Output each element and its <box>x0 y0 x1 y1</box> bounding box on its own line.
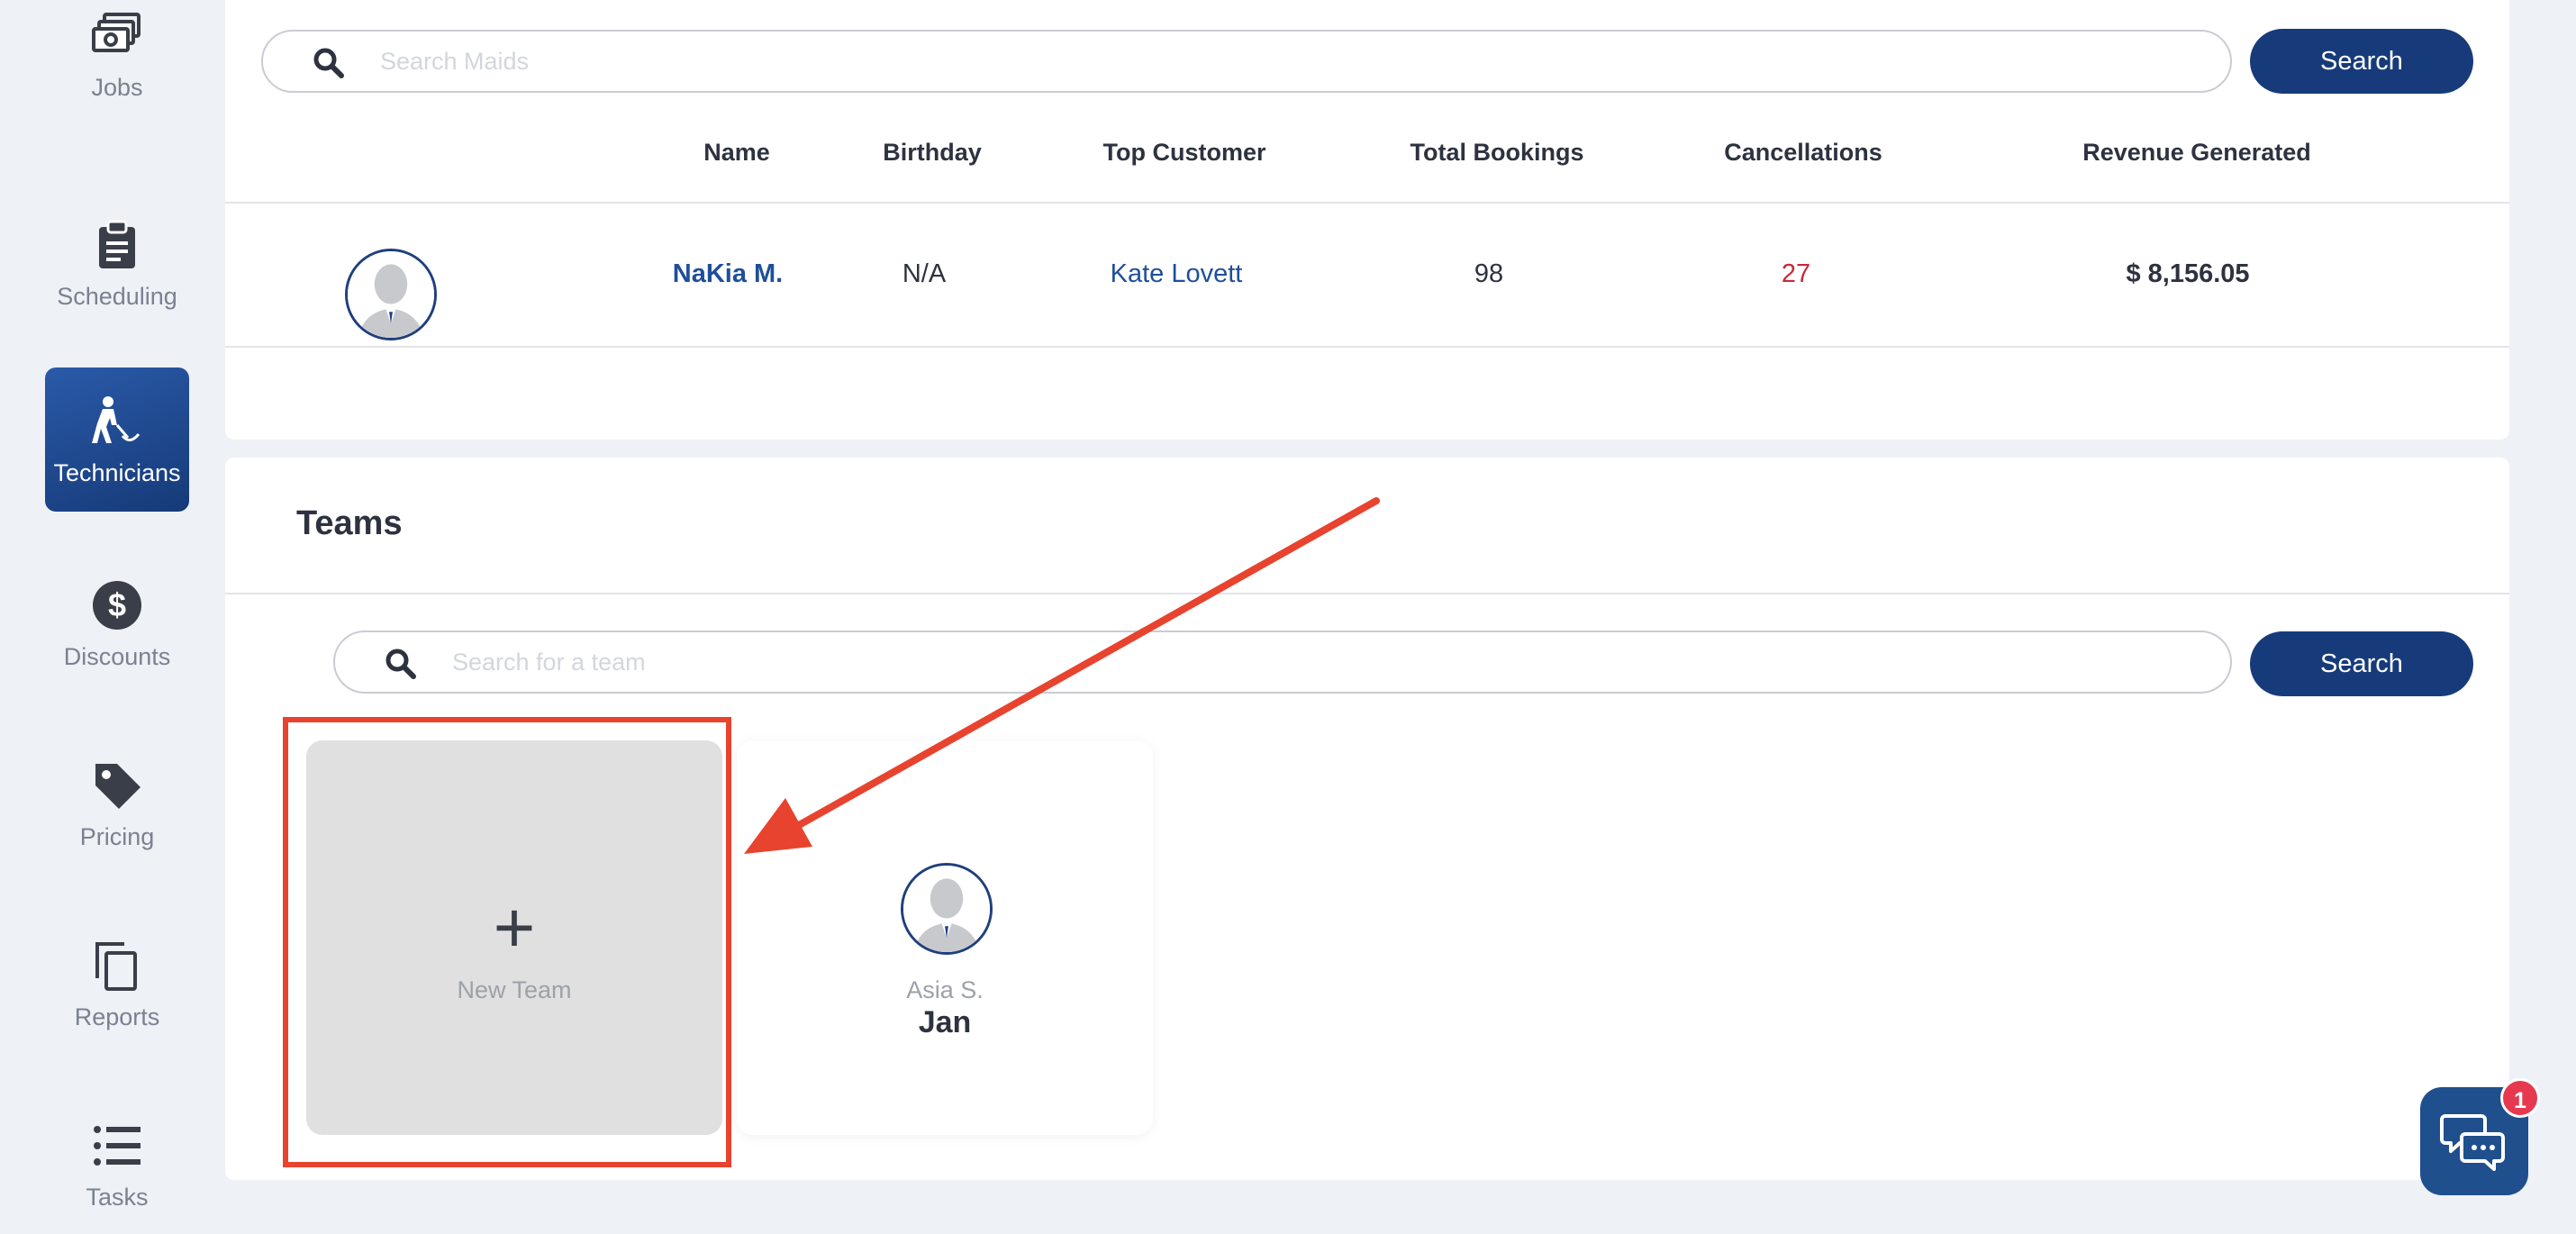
column-header-birthday[interactable]: Birthday <box>883 139 982 167</box>
clipboard-icon <box>90 218 144 272</box>
jobs-icon <box>90 9 144 63</box>
column-header-cancellations[interactable]: Cancellations <box>1724 139 1882 167</box>
dollar-icon: $ <box>90 578 144 632</box>
sidebar-item-discounts[interactable]: $ Discounts <box>45 551 189 695</box>
total-bookings-value: 98 <box>1474 259 1504 288</box>
sidebar-item-tasks[interactable]: Tasks <box>45 1092 189 1234</box>
teams-search-button[interactable]: Search <box>2250 631 2473 696</box>
table-divider <box>225 346 2509 348</box>
team-card[interactable]: Asia S. Jan <box>737 740 1153 1135</box>
avatar <box>901 863 993 955</box>
sidebar-item-label: Reports <box>74 1003 160 1030</box>
sidebar-item-label: Scheduling <box>57 283 177 310</box>
teams-title: Teams <box>296 504 403 542</box>
sidebar-item-label: Technicians <box>53 459 181 486</box>
sidebar-item-pricing[interactable]: Pricing <box>45 731 189 876</box>
table-divider <box>225 202 2509 204</box>
sidebar-item-jobs[interactable]: Jobs <box>45 0 189 126</box>
column-header-revenue-generated[interactable]: Revenue Generated <box>2082 139 2311 167</box>
search-icon <box>384 647 418 681</box>
copy-icon <box>90 939 144 993</box>
cancellations-value: 27 <box>1781 259 1811 288</box>
top-customer-link[interactable]: Kate Lovett <box>1111 259 1243 289</box>
maids-search-bar <box>261 30 2232 93</box>
teams-search-input[interactable] <box>452 640 2073 685</box>
sidebar-item-technicians[interactable]: Technicians <box>45 367 189 512</box>
sidebar-item-reports[interactable]: Reports <box>45 912 189 1056</box>
column-header-top-customer[interactable]: Top Customer <box>1103 139 1266 167</box>
annotation-highlight-box <box>283 717 731 1167</box>
column-header-total-bookings[interactable]: Total Bookings <box>1410 139 1584 167</box>
birthday-value: N/A <box>902 259 947 288</box>
sidebar-item-label: Tasks <box>86 1184 149 1211</box>
maids-panel: Search Name Birthday Top Customer Total … <box>225 0 2509 440</box>
team-name: Jan <box>918 1005 972 1039</box>
team-member-name: Asia S. <box>906 976 984 1003</box>
sidebar-item-label: Discounts <box>63 643 171 670</box>
notification-badge: 1 <box>2500 1078 2540 1118</box>
sidebar-item-label: Pricing <box>79 823 155 850</box>
column-header-name[interactable]: Name <box>703 139 770 167</box>
technician-icon <box>90 395 144 449</box>
sidebar-item-scheduling[interactable]: Scheduling <box>45 191 189 335</box>
revenue-value: $ 8,156.05 <box>2126 259 2250 288</box>
svg-text:$: $ <box>108 586 126 623</box>
search-icon <box>312 46 346 80</box>
sidebar: Jobs Scheduling Technicians $ Discounts … <box>0 0 225 1234</box>
teams-divider <box>225 593 2509 594</box>
maids-search-input[interactable] <box>380 39 2001 84</box>
avatar[interactable] <box>345 249 437 340</box>
chat-icon <box>2440 1114 2505 1171</box>
list-icon <box>90 1119 144 1173</box>
sidebar-item-label: Jobs <box>91 74 143 101</box>
maids-search-button[interactable]: Search <box>2250 29 2473 94</box>
teams-search-bar <box>333 631 2232 694</box>
tag-icon <box>90 758 144 812</box>
technician-name-link[interactable]: NaKia M. <box>673 259 783 289</box>
